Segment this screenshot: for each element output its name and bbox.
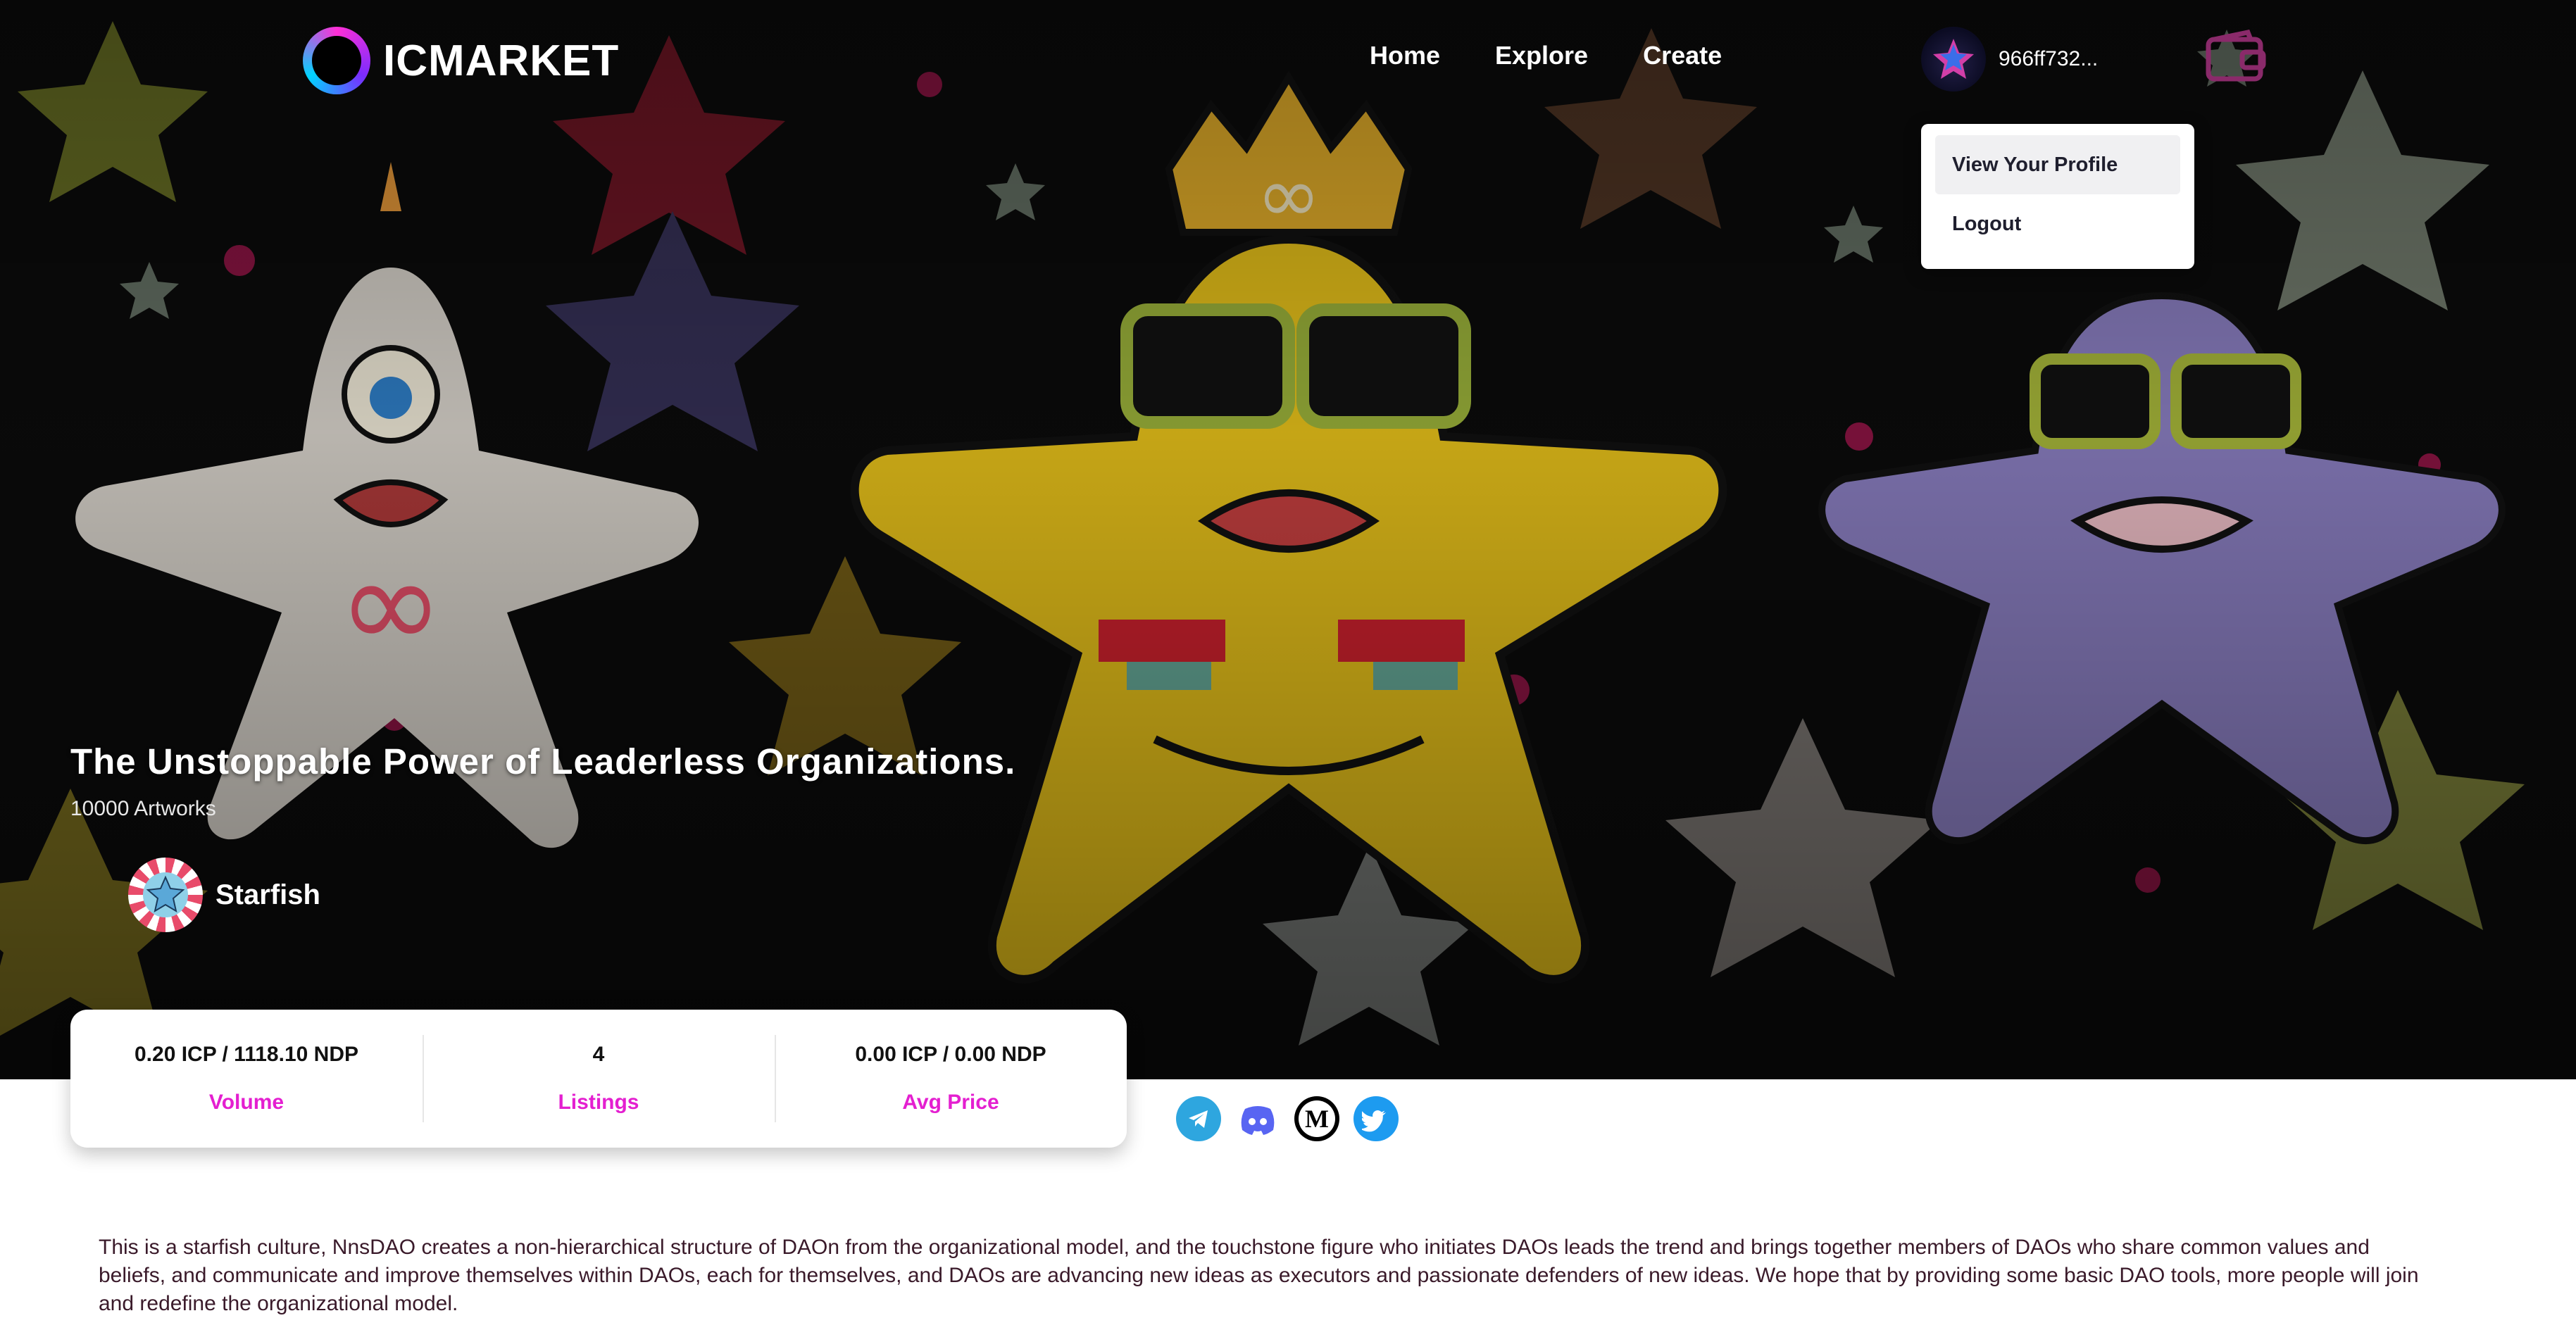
site-logo[interactable]: ICMARKET	[303, 27, 619, 94]
wallet-icon	[2206, 29, 2266, 82]
creator-avatar	[128, 858, 203, 932]
stat-value: 0.00 ICP / 0.00 NDP	[855, 1043, 1046, 1066]
starfish-avatar-icon	[1933, 39, 1974, 79]
telegram-icon	[1189, 1110, 1208, 1128]
social-links: M	[1176, 1096, 1399, 1141]
creator-name: Starfish	[215, 879, 320, 910]
logo-ring-icon	[303, 27, 370, 94]
artwork-count: 10000 Artworks	[70, 797, 216, 820]
stat-listings: 4 Listings	[423, 1010, 775, 1148]
stat-volume: 0.20 ICP / 1118.10 NDP Volume	[70, 1010, 423, 1148]
account-id: 966ff732...	[1999, 47, 2099, 70]
discord-icon	[1241, 1106, 1275, 1135]
account-menu-trigger[interactable]: 966ff732...	[1921, 27, 2098, 92]
nav-home[interactable]: Home	[1370, 41, 1440, 70]
starfish-creator-icon	[143, 872, 188, 917]
collection-description: This is a starfish culture, NnsDAO creat…	[99, 1236, 2419, 1315]
nav-create[interactable]: Create	[1643, 41, 1722, 70]
stat-label: Listings	[558, 1091, 639, 1114]
stat-value: 0.20 ICP / 1118.10 NDP	[134, 1043, 358, 1066]
svg-text:M: M	[1305, 1105, 1329, 1133]
collection-stats: 0.20 ICP / 1118.10 NDP Volume 4 Listings…	[70, 1010, 1127, 1148]
view-profile-item[interactable]: View Your Profile	[1935, 135, 2180, 194]
logout-item[interactable]: Logout	[1935, 194, 2180, 253]
twitter-icon	[1362, 1110, 1386, 1132]
account-dropdown: View Your Profile Logout	[1921, 124, 2194, 269]
collection-title: The Unstoppable Power of Leaderless Orga…	[70, 741, 1016, 782]
twitter-link[interactable]	[1353, 1096, 1399, 1141]
stat-label: Volume	[208, 1091, 285, 1114]
nav-explore[interactable]: Explore	[1495, 41, 1588, 70]
wallet-button[interactable]	[2204, 29, 2268, 86]
main-nav: Home Explore Create	[1370, 41, 1722, 70]
medium-icon: M	[1299, 1100, 1335, 1137]
medium-link[interactable]: M	[1294, 1096, 1339, 1141]
discord-link[interactable]	[1235, 1096, 1280, 1141]
stat-label: Avg Price	[902, 1091, 999, 1114]
telegram-link[interactable]	[1176, 1096, 1221, 1141]
user-avatar	[1921, 27, 1986, 92]
stat-avg-price: 0.00 ICP / 0.00 NDP Avg Price	[775, 1010, 1127, 1148]
stat-value: 4	[592, 1043, 605, 1066]
creator-link[interactable]: Starfish	[128, 858, 320, 932]
logo-text: ICMARKET	[383, 36, 620, 85]
